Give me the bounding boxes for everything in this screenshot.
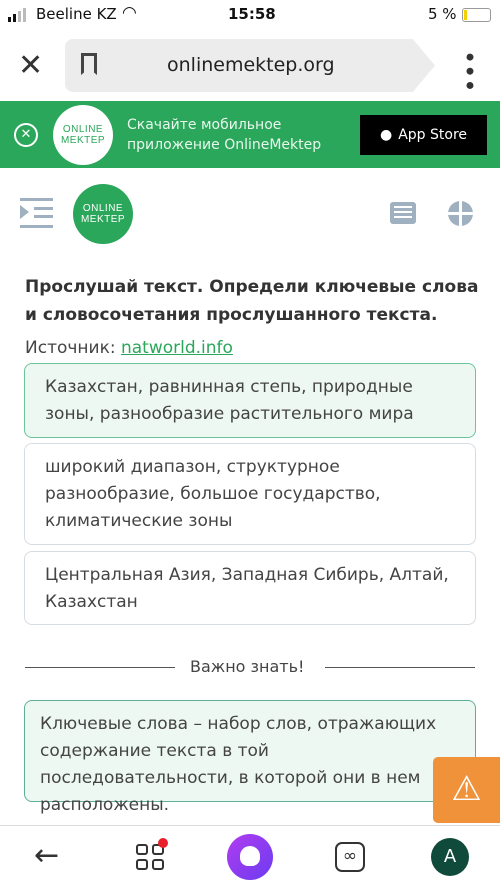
back-arrow-icon[interactable]: ← [34,838,59,873]
source-link[interactable]: natworld.info [121,338,233,358]
language-globe-icon[interactable] [448,201,473,226]
status-bar: Beeline KZ ◠ 15:58 5 % [0,0,500,30]
app-banner: ✕ ONLINE MEKTEP Скачайте мобильное приложе… [0,101,500,168]
banner-logo: ONLINE MEKTEP [53,105,113,165]
bottom-nav: ← ∞ A [0,825,500,889]
battery-icon [462,8,491,22]
address-bar[interactable]: onlinemektep.org [65,39,435,92]
banner-text: Скачайте мобильное приложение OnlineMekte… [127,117,322,153]
tabs-icon[interactable]: ∞ [335,842,365,872]
services-grid-icon[interactable] [136,844,164,870]
notification-dot [158,838,168,848]
clock: 15:58 [228,5,276,23]
warning-icon: ⚠ [451,769,482,809]
source-line: Источник: natworld.info [25,338,233,358]
alice-assistant-icon[interactable] [227,834,273,880]
contents-list-icon[interactable] [390,202,416,224]
divider [25,667,175,668]
close-banner-icon[interactable]: ✕ [14,123,38,147]
report-problem-button[interactable]: ⚠ [433,757,500,823]
carrier: Beeline KZ [36,5,117,23]
answer-option[interactable]: Казахстан, равнинная степь, природные зо… [24,363,476,438]
more-menu-icon[interactable]: ••• [455,50,483,92]
bookmark-icon[interactable] [81,53,97,75]
avatar[interactable]: A [431,838,469,876]
site-logo[interactable]: ONLINE MEKTEP [73,184,133,244]
important-label: Важно знать! [190,657,305,676]
url-text: onlinemektep.org [167,54,335,76]
battery-percent: 5 % [428,5,457,23]
divider [325,667,475,668]
answer-option[interactable]: широкий диапазон, структурное разнообраз… [24,443,476,545]
task-title: Прослушай текст. Определи ключевые слова… [25,277,479,325]
wifi-icon: ◠ [122,3,137,23]
sidebar-toggle-icon[interactable] [20,198,53,228]
answer-option[interactable]: Центральная Азия, Западная Сибирь, Алтай… [24,551,476,625]
app-store-button[interactable]: ● App Store [360,115,487,155]
apple-icon: ● [379,127,393,143]
important-info-box: Ключевые слова – набор слов, отражающих … [24,700,476,815]
close-tab-icon[interactable]: ✕ [18,48,43,83]
signal-icon [8,8,26,22]
